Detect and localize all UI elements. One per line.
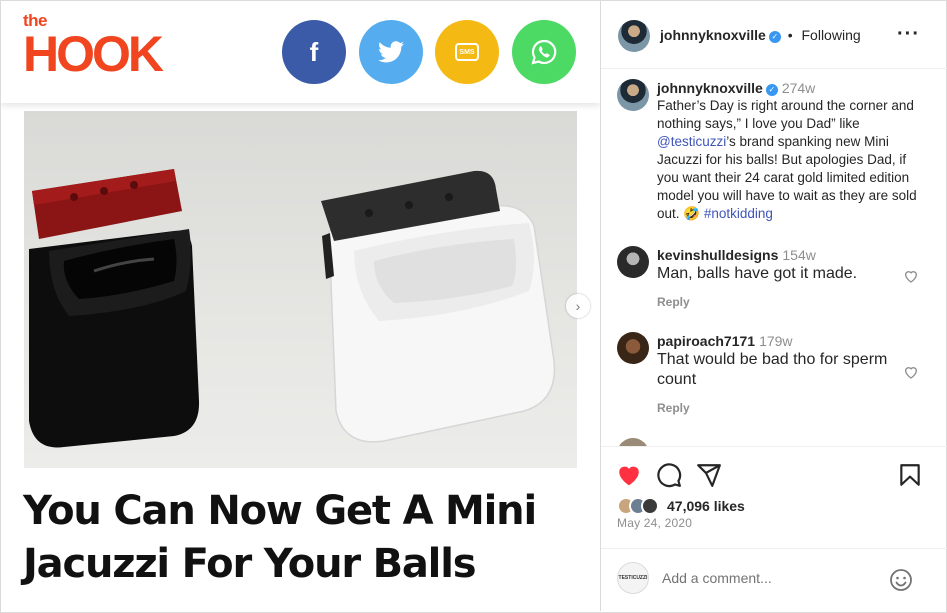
sms-icon: SMS	[455, 43, 479, 61]
twitter-share-button	[359, 20, 423, 84]
comment-avatar[interactable]	[617, 246, 649, 278]
article-header: the HOOK f SMS	[1, 1, 600, 103]
post-header: johnnyknoxville ✓ • Following ···	[601, 1, 947, 69]
comment-reply-button[interactable]: Reply	[657, 295, 690, 309]
twitter-icon	[378, 41, 404, 63]
comment-body: papiroach7171 179w That would be bad tho …	[657, 332, 917, 390]
caption-item: johnnyknoxville ✓ 274w Father’s Day is rig…	[617, 79, 937, 229]
comment-item: kevinshulldesigns 154w Man, balls have go…	[617, 246, 937, 316]
caption-text-before: Father’s Day is right around the corner …	[657, 98, 914, 131]
comment-like-heart-icon[interactable]	[903, 268, 919, 284]
comment-body: kevinshulldesigns 154w Man, balls have go…	[657, 246, 917, 284]
caption-hashtag-link[interactable]: #notkidding	[704, 206, 773, 221]
the-hook-logo: the HOOK	[23, 12, 164, 82]
separator-dot: •	[787, 27, 793, 43]
caption-body: johnnyknoxville ✓ 274w Father’s Day is rig…	[657, 79, 917, 223]
sms-share-button: SMS	[435, 20, 499, 84]
whatsapp-share-button	[512, 20, 576, 84]
likes-row[interactable]: 47,096 likes	[617, 495, 745, 517]
add-comment-bar: TESTICUZZI	[601, 548, 947, 612]
bookmark-icon[interactable]	[897, 462, 923, 488]
facebook-share-button: f	[282, 20, 346, 84]
author-username[interactable]: johnnyknoxville	[660, 27, 766, 43]
emoji-icon[interactable]	[889, 568, 913, 592]
post-media: the HOOK f SMS › You Can Now Get A Mini …	[1, 1, 600, 611]
post-actions: 47,096 likes May 24, 2020 TESTICUZZI	[601, 446, 947, 611]
share-plane-icon[interactable]	[696, 462, 722, 488]
verified-badge-icon: ✓	[765, 84, 778, 96]
logo-hook: HOOK	[23, 26, 164, 82]
comments-list: johnnyknoxville ✓ 274w Father’s Day is rig…	[601, 69, 947, 446]
jacuzzi-photo	[24, 111, 577, 468]
header-user: johnnyknoxville ✓ • Following	[660, 27, 861, 43]
comment-age: 154w	[782, 247, 816, 263]
liker-avatar	[641, 497, 659, 515]
comment-reply-button[interactable]: Reply	[657, 401, 690, 415]
caption-username[interactable]: johnnyknoxville	[657, 80, 763, 96]
following-button[interactable]: Following	[802, 27, 861, 43]
comment-age: 179w	[759, 333, 793, 349]
comment-avatar[interactable]	[617, 332, 649, 364]
post-date[interactable]: May 24, 2020	[617, 516, 692, 530]
likes-count[interactable]: 47,096 likes	[667, 498, 745, 514]
whatsapp-icon	[531, 39, 557, 65]
caption-age: 274w	[781, 80, 816, 96]
caption-text: Father’s Day is right around the corner …	[657, 97, 917, 223]
comment-avatar-partial[interactable]	[617, 438, 649, 446]
jacuzzi-illustration	[29, 169, 556, 448]
instagram-panel: johnnyknoxville ✓ • Following ··· johnnyk…	[600, 1, 947, 611]
comment-text: That would be bad tho for sperm count	[657, 351, 888, 388]
article-headline: You Can Now Get A Mini Jacuzzi For Your …	[23, 488, 537, 587]
like-heart-icon[interactable]	[616, 462, 642, 488]
comment-item: papiroach7171 179w That would be bad tho …	[617, 332, 937, 422]
add-comment-input[interactable]	[662, 570, 882, 586]
comment-text: Man, balls have got it made.	[657, 265, 858, 282]
comment-like-heart-icon[interactable]	[903, 364, 919, 380]
verified-badge-icon: ✓	[768, 31, 781, 43]
current-user-avatar: TESTICUZZI	[617, 562, 649, 594]
chevron-right-icon: ›	[575, 298, 581, 314]
comment-bubble-icon[interactable]	[656, 462, 682, 488]
comment-username[interactable]: kevinshulldesigns	[657, 247, 778, 263]
comment-username[interactable]: papiroach7171	[657, 333, 755, 349]
facebook-icon: f	[309, 36, 319, 67]
carousel-next-button[interactable]: ›	[566, 294, 590, 318]
author-avatar[interactable]	[618, 20, 650, 52]
caption-avatar[interactable]	[617, 79, 649, 111]
caption-mention-link[interactable]: @testicuzzi	[657, 134, 726, 149]
more-options-icon[interactable]: ···	[897, 23, 920, 46]
sms-icon-label: SMS	[459, 48, 475, 56]
